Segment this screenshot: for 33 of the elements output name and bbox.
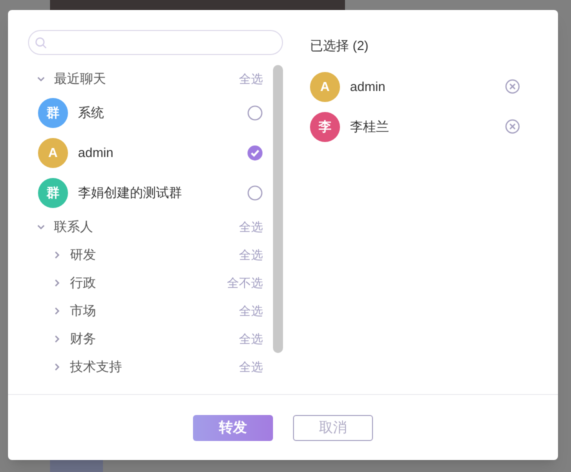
department-name[interactable]: 研发 bbox=[70, 245, 231, 265]
scrollbar[interactable] bbox=[273, 65, 283, 353]
remove-icon[interactable] bbox=[505, 79, 520, 94]
group-title[interactable]: 联系人 bbox=[54, 217, 231, 237]
chevron-icon[interactable] bbox=[36, 222, 46, 232]
search-icon bbox=[35, 36, 47, 48]
search-field[interactable] bbox=[28, 30, 283, 55]
department-name[interactable]: 行政 bbox=[70, 273, 219, 293]
selected-name: admin bbox=[350, 78, 386, 96]
chevron-icon[interactable] bbox=[52, 250, 62, 260]
chat-name[interactable]: admin bbox=[78, 143, 237, 163]
department-name[interactable]: 技术支持 bbox=[70, 357, 231, 377]
avatar: A bbox=[38, 138, 68, 168]
chevron-icon[interactable] bbox=[52, 362, 62, 372]
chevron-icon[interactable] bbox=[52, 306, 62, 316]
group-title[interactable]: 最近聊天 bbox=[54, 69, 231, 89]
checked-checkbox[interactable] bbox=[247, 145, 263, 161]
remove-icon[interactable] bbox=[505, 119, 520, 134]
avatar: 群 bbox=[38, 98, 68, 128]
department-name[interactable]: 市场 bbox=[70, 301, 231, 321]
chat-name[interactable]: 系统 bbox=[78, 103, 237, 123]
avatar: A bbox=[310, 72, 340, 102]
unchecked-checkbox[interactable] bbox=[247, 105, 263, 121]
avatar: 李 bbox=[310, 112, 340, 142]
chevron-icon[interactable] bbox=[52, 334, 62, 344]
unchecked-checkbox[interactable] bbox=[247, 185, 263, 201]
chevron-icon[interactable] bbox=[52, 278, 62, 288]
selected-name: 李桂兰 bbox=[350, 118, 390, 136]
department-name[interactable]: 财务 bbox=[70, 329, 231, 349]
selected-count-title: 已选择 (2) bbox=[310, 37, 370, 55]
chat-name[interactable]: 李娟创建的测试群 bbox=[78, 183, 237, 203]
chevron-icon[interactable] bbox=[36, 74, 46, 84]
avatar: 群 bbox=[38, 178, 68, 208]
